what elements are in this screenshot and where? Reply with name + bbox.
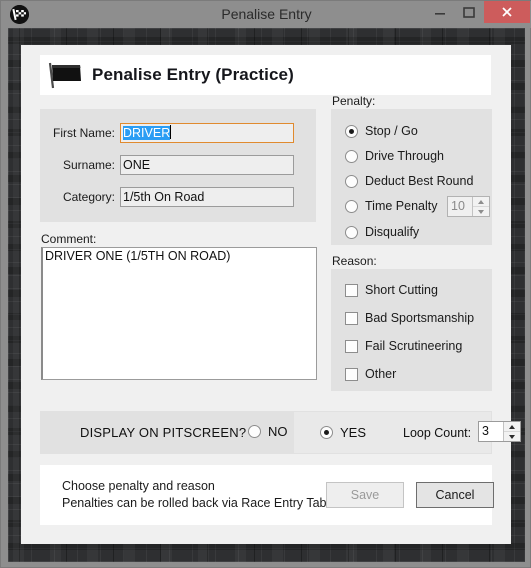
loop-count-spinner[interactable]: 3	[478, 421, 521, 442]
text-caret	[170, 125, 172, 139]
penalty-option-stop-go[interactable]: Stop / Go	[345, 124, 418, 138]
reason-option-label: Bad Sportsmanship	[365, 311, 475, 325]
reason-option-label: Short Cutting	[365, 283, 438, 297]
window-titlebar: Penalise Entry	[1, 1, 531, 28]
radio-icon	[320, 426, 333, 439]
comment-label: Comment:	[41, 232, 97, 246]
checkbox-icon	[345, 311, 358, 325]
radio-icon	[345, 225, 358, 239]
maximize-button[interactable]	[454, 1, 483, 23]
spinner-down-button[interactable]	[473, 207, 489, 216]
time-penalty-spinner[interactable]: 10	[447, 196, 490, 217]
footer-hint-text: Choose penalty and reason Penalties can …	[62, 478, 327, 512]
spinner-down-button[interactable]	[504, 432, 520, 441]
chevron-up-icon	[509, 424, 515, 429]
radio-icon	[345, 149, 358, 163]
loop-count-spin-buttons[interactable]	[503, 422, 520, 441]
first-name-value: DRIVER	[123, 126, 171, 140]
loop-count-label: Loop Count:	[403, 426, 472, 440]
reason-group-label: Reason:	[332, 254, 377, 268]
category-input[interactable]: 1/5th On Road	[120, 187, 294, 207]
checkbox-icon	[345, 367, 358, 381]
penalty-option-deduct-best-round[interactable]: Deduct Best Round	[345, 174, 473, 188]
penalty-option-label: Disqualify	[365, 225, 420, 239]
category-label: Category:	[62, 190, 115, 204]
reason-option-label: Fail Scrutineering	[365, 339, 463, 353]
reason-option-bad-sportsmanship[interactable]: Bad Sportsmanship	[345, 311, 474, 325]
reason-option-label: Other	[365, 367, 397, 381]
loop-count-value: 3	[479, 422, 503, 441]
surname-input[interactable]: ONE	[120, 155, 294, 175]
pitscreen-option-yes[interactable]: YES	[320, 425, 366, 440]
pitscreen-yes-label: YES	[340, 425, 367, 440]
time-penalty-value: 10	[448, 197, 472, 216]
penalty-option-disqualify[interactable]: Disqualify	[345, 225, 419, 239]
radio-icon	[345, 199, 358, 213]
first-name-input[interactable]: DRIVER	[120, 123, 294, 143]
chevron-down-icon	[509, 434, 515, 439]
reason-option-other[interactable]: Other	[345, 367, 396, 381]
chevron-down-icon	[478, 209, 484, 214]
footer-hint-line2: Penalties can be rolled back via Race En…	[62, 496, 327, 510]
footer-hint-line1: Choose penalty and reason	[62, 479, 215, 493]
save-button[interactable]: Save	[326, 482, 404, 508]
penalty-option-label: Time Penalty	[365, 199, 438, 213]
radio-icon	[248, 425, 261, 438]
footer-panel: Choose penalty and reason Penalties can …	[40, 465, 494, 525]
surname-row: Surname: ONE	[43, 155, 294, 175]
penalty-option-time-penalty[interactable]: Time Penalty	[345, 199, 437, 213]
penalty-option-label: Deduct Best Round	[365, 174, 474, 188]
minimize-button[interactable]	[425, 1, 454, 23]
reason-option-short-cutting[interactable]: Short Cutting	[345, 283, 438, 297]
category-row: Category: 1/5th On Road	[43, 187, 294, 207]
radio-icon	[345, 174, 358, 188]
surname-label: Surname:	[62, 158, 115, 172]
black-flag-icon	[44, 59, 86, 91]
chevron-up-icon	[478, 199, 484, 204]
pitscreen-no-label: NO	[268, 424, 288, 439]
minimize-icon	[435, 13, 445, 15]
penalise-entry-form: Penalise Entry (Practice) First Name: DR…	[21, 45, 521, 544]
time-penalty-spin-buttons[interactable]	[472, 197, 489, 216]
spinner-up-button[interactable]	[504, 422, 520, 432]
checkbox-icon	[345, 339, 358, 353]
close-icon	[502, 7, 512, 17]
penalty-option-drive-through[interactable]: Drive Through	[345, 149, 444, 163]
penalty-option-label: Drive Through	[365, 149, 444, 163]
reason-panel: Short Cutting Bad Sportsmanship Fail Scr…	[331, 269, 492, 391]
penalty-option-label: Stop / Go	[365, 124, 418, 138]
pitscreen-yes-panel: YES Loop Count: 3	[294, 412, 521, 453]
first-name-label: First Name:	[52, 126, 115, 140]
maximize-icon	[463, 7, 475, 18]
comment-textarea[interactable]: DRIVER ONE (1/5TH ON ROAD)	[41, 247, 317, 380]
reason-option-fail-scrutineering[interactable]: Fail Scrutineering	[345, 339, 462, 353]
checkbox-icon	[345, 283, 358, 297]
radio-icon	[345, 124, 358, 138]
form-header-title: Penalise Entry (Practice)	[92, 65, 294, 84]
spinner-up-button[interactable]	[473, 197, 489, 207]
pitscreen-label: DISPLAY ON PITSCREEN?	[80, 425, 247, 440]
close-button[interactable]	[484, 1, 530, 23]
form-header: Penalise Entry (Practice)	[40, 55, 491, 95]
pitscreen-panel: DISPLAY ON PITSCREEN? NO YES Loop Count:…	[40, 411, 521, 454]
penalise-entry-window: Penalise Entry Penalise Entry (Practice)…	[0, 0, 531, 568]
penalty-panel: Stop / Go Drive Through Deduct Best Roun…	[331, 109, 492, 245]
cancel-button[interactable]: Cancel	[416, 482, 494, 508]
penalty-group-label: Penalty:	[332, 94, 376, 108]
first-name-row: First Name: DRIVER	[43, 123, 294, 143]
pitscreen-option-no[interactable]: NO	[248, 424, 288, 439]
